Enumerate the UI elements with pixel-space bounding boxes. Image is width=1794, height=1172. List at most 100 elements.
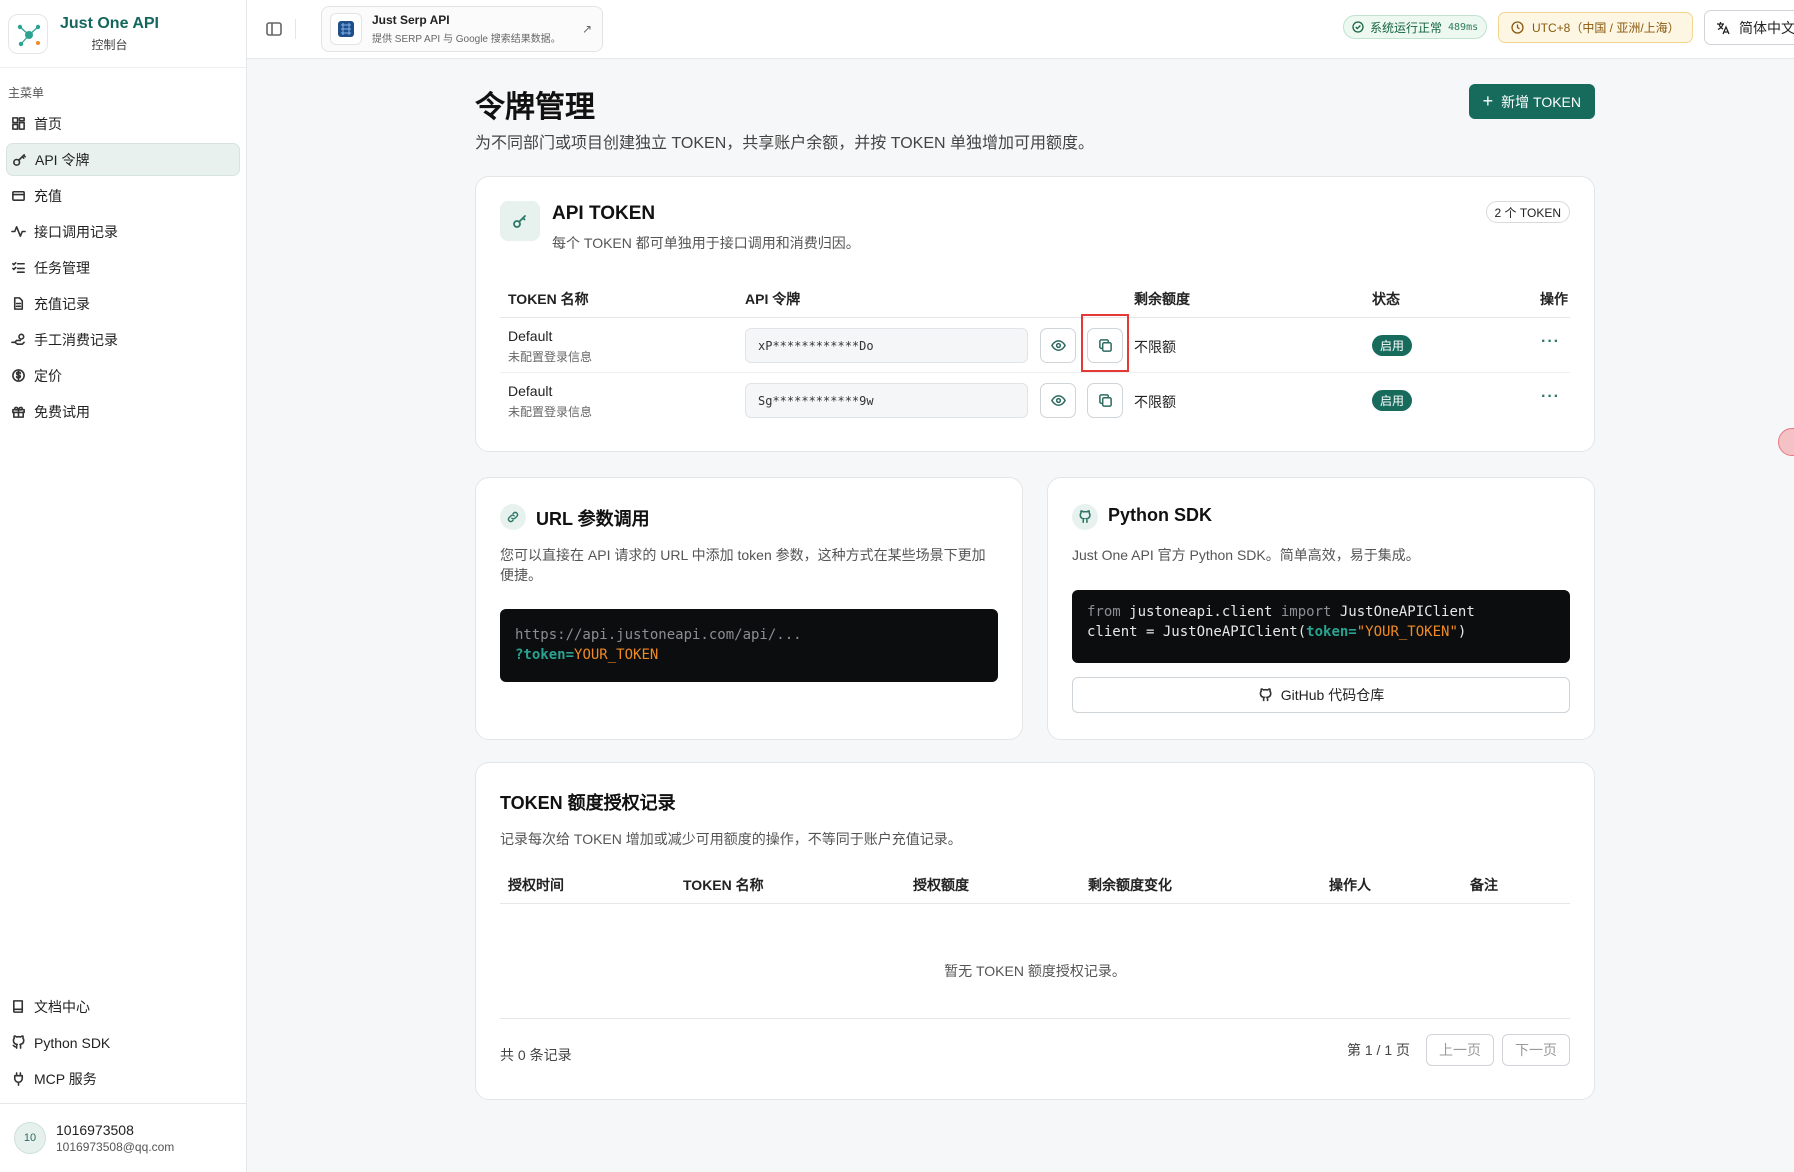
sdk-code-block[interactable]: from justoneapi.client import JustOneAPI… <box>1072 590 1570 663</box>
quota-log-table: 授权时间 TOKEN 名称 授权额度 剩余额度变化 操作人 备注 <box>500 863 1570 904</box>
prev-page-button[interactable]: 上一页 <box>1426 1034 1494 1066</box>
sidebar-item-recharge[interactable]: 充值 <box>6 179 240 212</box>
card-description: 每个 TOKEN 都可单独用于接口调用和消费归因。 <box>552 235 860 251</box>
user-email: 1016973508@qq.com <box>56 1140 175 1154</box>
sidebar-item-manual-consumption[interactable]: 手工消费记录 <box>6 323 240 356</box>
column-header: 授权时间 <box>508 877 564 893</box>
dollar-circle-icon <box>10 368 26 384</box>
divider <box>295 19 296 39</box>
key-icon <box>11 152 27 168</box>
code-keyword: from <box>1087 604 1121 620</box>
promo-card-serp-api[interactable]: Just Serp API 提供 SERP API 与 Google 搜索结果数… <box>321 6 603 52</box>
brand-subtitle: 控制台 <box>91 37 128 52</box>
copy-token-button[interactable] <box>1087 383 1123 418</box>
more-actions-button[interactable]: ··· <box>1541 333 1560 351</box>
code-class: JustOneAPIClient <box>1331 604 1475 620</box>
sidebar-item-docs[interactable]: 文档中心 <box>6 990 240 1023</box>
credit-card-icon <box>10 188 26 204</box>
code-keyword: import <box>1280 604 1332 620</box>
sidebar-item-label: MCP 服务 <box>34 1070 97 1087</box>
token-quota: 不限额 <box>1134 339 1176 355</box>
card-title: TOKEN 额度授权记录 <box>500 793 676 813</box>
gift-icon <box>10 404 26 420</box>
brand-title: Just One API <box>60 14 159 32</box>
status-latency: 489ms <box>1448 21 1479 33</box>
sidebar-item-home[interactable]: 首页 <box>6 107 240 140</box>
column-header: 状态 <box>1372 291 1400 307</box>
url-code-block[interactable]: https://api.justoneapi.com/api/... ?toke… <box>500 609 998 682</box>
sidebar-item-recharge-history[interactable]: 充值记录 <box>6 287 240 320</box>
timezone-badge[interactable]: UTC+8（中国 / 亚洲/上海） <box>1498 12 1693 43</box>
sidebar-item-label: API 令牌 <box>35 151 90 168</box>
serp-logo-icon <box>330 13 362 45</box>
timezone-label: UTC+8（中国 / 亚洲/上海） <box>1532 21 1680 35</box>
github-icon <box>1072 504 1098 530</box>
secondary-nav: 文档中心 Python SDK MCP 服务 <box>0 990 246 1098</box>
card-description: 您可以直接在 API 请求的 URL 中添加 token 参数，这种方式在某些场… <box>500 547 986 583</box>
token-count-badge: 2 个 TOKEN <box>1485 201 1570 223</box>
sidebar-item-api-token[interactable]: API 令牌 <box>6 143 240 176</box>
brand-logo-icon <box>8 13 48 54</box>
language-label: 简体中文 <box>1739 19 1794 36</box>
sidebar-item-label: 免费试用 <box>34 403 90 420</box>
promo-desc: 提供 SERP API 与 Google 搜索结果数据。 <box>372 34 561 45</box>
more-actions-button[interactable]: ··· <box>1541 388 1560 406</box>
card-title: Python SDK <box>1108 505 1213 525</box>
page-description: 为不同部门或项目创建独立 TOKEN，共享账户余额，并按 TOKEN 单独增加可… <box>475 135 1094 152</box>
code-param: ?token= <box>515 647 575 663</box>
token-table: TOKEN 名称 API 令牌 剩余额度 状态 操作 Default 未配置登录… <box>500 277 1570 428</box>
plus-icon: + <box>1482 91 1494 111</box>
token-value-field[interactable]: xP************Do <box>745 328 1028 363</box>
card-description: Just One API 官方 Python SDK。简单高效，易于集成。 <box>1072 547 1420 563</box>
topbar: Just Serp API 提供 SERP API 与 Google 搜索结果数… <box>247 0 1794 59</box>
sidebar-item-label: 文档中心 <box>34 998 90 1015</box>
sidebar-item-label: 接口调用记录 <box>34 223 118 240</box>
code-close: ) <box>1457 624 1467 640</box>
column-header: TOKEN 名称 <box>683 877 764 893</box>
api-token-card: API TOKEN 每个 TOKEN 都可单独用于接口调用和消费归因。 2 个 … <box>475 176 1595 452</box>
reveal-token-button[interactable] <box>1040 328 1076 363</box>
sidebar-item-free-trial[interactable]: 免费试用 <box>6 395 240 428</box>
quota-log-card: TOKEN 额度授权记录 记录每次给 TOKEN 增加或减少可用额度的操作，不等… <box>475 762 1595 1100</box>
token-value-field[interactable]: Sg************9w <box>745 383 1028 418</box>
eye-icon <box>1050 340 1066 351</box>
add-token-button[interactable]: + 新增 TOKEN <box>1468 84 1595 119</box>
brand[interactable]: Just One API 控制台 <box>0 0 246 68</box>
key-icon <box>500 201 540 241</box>
activity-icon <box>10 224 26 240</box>
code-url: https://api.justoneapi.com/api/... <box>515 627 802 643</box>
reveal-token-button[interactable] <box>1040 383 1076 418</box>
next-page-button[interactable]: 下一页 <box>1502 1034 1570 1066</box>
sidebar-item-api-logs[interactable]: 接口调用记录 <box>6 215 240 248</box>
github-repo-button[interactable]: GitHub 代码仓库 <box>1072 677 1570 713</box>
sidebar-item-label: 充值 <box>34 187 62 204</box>
table-header: TOKEN 名称 API 令牌 剩余额度 状态 操作 <box>500 277 1570 318</box>
column-header: API 令牌 <box>745 291 801 307</box>
column-header: 备注 <box>1470 877 1498 893</box>
pagination: 共 0 条记录 第 1 / 1 页 上一页 下一页 <box>500 1034 1570 1072</box>
sidebar-item-tasks[interactable]: 任务管理 <box>6 251 240 284</box>
menu-section-label: 主菜单 <box>8 86 45 100</box>
code-string: "YOUR_TOKEN" <box>1356 624 1458 640</box>
sidebar-item-python-sdk[interactable]: Python SDK <box>6 1026 240 1059</box>
token-login-info: 未配置登录信息 <box>508 350 593 364</box>
external-link-icon: ↗ <box>581 22 592 36</box>
main-nav: 首页 API 令牌 充值 接口调用记录 任务管理 充值记录 手工消费记录 定价 <box>0 107 246 428</box>
sidebar-item-pricing[interactable]: 定价 <box>6 359 240 392</box>
language-switcher[interactable]: 简体中文 <box>1704 10 1794 45</box>
eye-icon <box>1050 395 1066 406</box>
page-title: 令牌管理 <box>475 91 595 124</box>
table-row: Default 未配置登录信息 xP************Do 不限额 启用 … <box>500 314 1570 373</box>
copy-icon <box>1098 394 1112 407</box>
user-profile[interactable]: 10 1016973508 1016973508@qq.com <box>0 1103 246 1172</box>
sidebar-toggle-icon[interactable] <box>265 20 283 38</box>
url-param-card: URL 参数调用 您可以直接在 API 请求的 URL 中添加 token 参数… <box>475 477 1023 740</box>
sidebar-item-mcp[interactable]: MCP 服务 <box>6 1062 240 1095</box>
user-name: 1016973508 <box>56 1122 134 1138</box>
column-header: 操作 <box>1540 291 1568 307</box>
empty-state: 暂无 TOKEN 额度授权记录。 <box>500 923 1570 1019</box>
floating-assistant-button[interactable] <box>1778 428 1794 456</box>
copy-token-button[interactable] <box>1087 328 1123 363</box>
status-label: 系统运行正常 <box>1370 20 1443 35</box>
status-badge: 启用 <box>1372 335 1413 356</box>
